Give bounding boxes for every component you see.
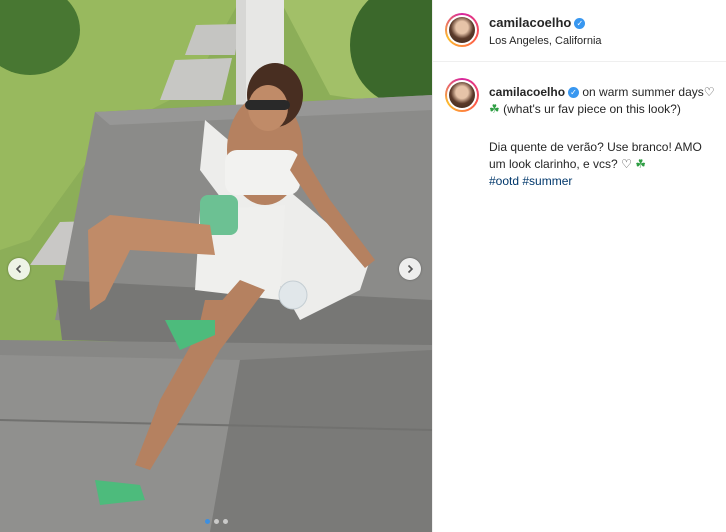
post-header: camilacoelho ✓ Los Angeles, California (433, 0, 726, 62)
next-slide-button[interactable] (399, 258, 421, 280)
avatar-image (449, 17, 475, 43)
caption-username[interactable]: camilacoelho (489, 85, 565, 99)
header-username[interactable]: camilacoelho (489, 15, 571, 30)
carousel-dot-2 (213, 519, 219, 524)
carousel-indicator (0, 519, 432, 524)
verified-badge-icon: ✓ (568, 87, 580, 99)
post-side-panel: camilacoelho ✓ Los Angeles, California ca… (432, 0, 726, 532)
white-heart-emoji-icon: ♡ (703, 85, 715, 99)
carousel-dot-1 (204, 519, 210, 524)
caption-avatar-image (449, 82, 475, 108)
verified-badge-icon: ✓ (574, 18, 586, 30)
shamrock-emoji-icon: ☘ (489, 102, 500, 116)
chevron-left-icon (15, 264, 22, 274)
post-photo[interactable] (0, 0, 432, 532)
caption-line-2: Dia quente de verão? Use branco! AMO um … (489, 140, 702, 171)
caption-avatar[interactable] (445, 78, 479, 112)
avatar[interactable] (445, 13, 479, 47)
chevron-right-icon (407, 264, 414, 274)
shamrock-emoji-icon: ☘ (635, 157, 646, 171)
hashtag-summer[interactable]: #summer (522, 174, 572, 188)
previous-slide-button[interactable] (8, 258, 30, 280)
photo-image (0, 0, 432, 532)
header-username-row[interactable]: camilacoelho ✓ (489, 15, 586, 30)
carousel-dot-3 (222, 519, 228, 524)
caption-line-1: on warm summer days (582, 85, 704, 99)
location-link[interactable]: Los Angeles, California (489, 35, 602, 47)
caption-question: (what's ur fav piece on this look?) (503, 102, 681, 116)
caption-body: camilacoelho ✓ on warm summer days♡☘ (wha… (489, 84, 721, 190)
hashtag-ootd[interactable]: #ootd (489, 174, 519, 188)
white-heart-emoji-icon: ♡ (621, 157, 632, 171)
